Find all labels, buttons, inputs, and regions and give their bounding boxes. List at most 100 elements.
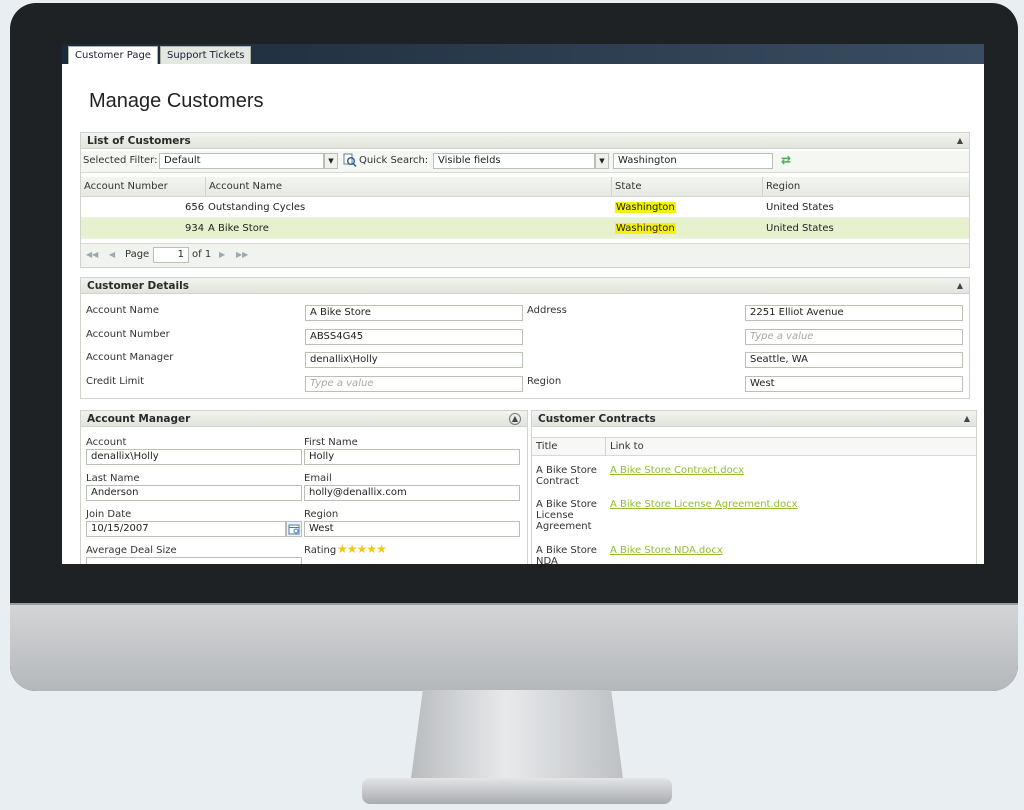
page-title: Manage Customers <box>89 90 264 112</box>
region-cell: United States <box>766 202 834 213</box>
rating-stars[interactable]: ★★★★★ <box>337 542 387 556</box>
selected-filter-label: Selected Filter: <box>83 155 158 166</box>
region-field[interactable]: West <box>745 376 963 392</box>
star-icon[interactable]: ★ <box>366 542 377 556</box>
address-line2-field[interactable]: Type a value <box>745 329 963 345</box>
monitor-stand-base <box>362 778 672 804</box>
customer-contracts-header[interactable]: Customer Contracts ▲ <box>532 411 976 427</box>
tab-customer-page[interactable]: Customer Page <box>68 46 158 64</box>
top-bar: Customer Page Support Tickets <box>62 44 984 64</box>
monitor-chin <box>10 605 1018 691</box>
manager-region-field[interactable]: West <box>304 521 520 537</box>
column-header[interactable]: Link to <box>610 441 644 452</box>
star-icon[interactable]: ★ <box>337 542 348 556</box>
table-row[interactable]: 934 A Bike Store Washington United State… <box>81 218 969 239</box>
account-manager-field[interactable]: denallix\Holly <box>305 352 523 368</box>
monitor-stand-neck <box>410 690 624 786</box>
account-field[interactable]: denallix\Holly <box>86 449 302 465</box>
region-cell: United States <box>766 223 834 234</box>
contract-title: Contract <box>536 476 580 487</box>
column-header[interactable]: State <box>615 181 641 192</box>
account-manager-panel: Account Manager ▲ Account denallix\Holly… <box>80 410 528 564</box>
state-cell: Washington <box>615 223 676 234</box>
customer-list-header[interactable]: List of Customers ▲ <box>81 133 969 149</box>
contract-title: License <box>536 510 574 521</box>
star-icon[interactable]: ★ <box>357 542 368 556</box>
join-date-field[interactable]: 10/15/2007 <box>86 521 286 537</box>
contract-link[interactable]: A Bike Store License Agreement.docx <box>610 499 798 510</box>
list-item: A Bike Store Contract <box>536 465 597 487</box>
last-page-icon[interactable]: ▶▶ <box>236 250 248 259</box>
first-page-icon[interactable]: ◀◀ <box>86 250 98 259</box>
address-label: Address <box>527 305 567 316</box>
contract-link[interactable]: A Bike Store NDA.docx <box>610 545 723 556</box>
account-name-field[interactable]: A Bike Store <box>305 305 523 321</box>
account-number-field[interactable]: ABSS4G45 <box>305 329 523 345</box>
chevron-down-icon[interactable]: ▼ <box>595 153 609 169</box>
address-line1-field[interactable]: 2251 Elliot Avenue <box>745 305 963 321</box>
rating-label: Rating <box>304 545 337 556</box>
customer-details-title: Customer Details <box>87 280 189 292</box>
contract-title: Agreement <box>536 521 592 532</box>
pager: ◀◀ ◀ Page 1 of 1 ▶ ▶▶ <box>81 243 969 267</box>
account-label: Account <box>86 437 127 448</box>
first-name-label: First Name <box>304 437 358 448</box>
collapse-up-icon[interactable]: ▲ <box>964 414 970 423</box>
next-page-icon[interactable]: ▶ <box>219 250 225 259</box>
contract-link[interactable]: A Bike Store Contract.docx <box>610 465 744 476</box>
column-header[interactable]: Title <box>536 441 557 452</box>
customer-grid: Account Number Account Name State Region… <box>81 177 969 239</box>
account-number-cell: 934 <box>185 223 205 234</box>
calendar-icon[interactable] <box>286 521 302 537</box>
prev-page-icon[interactable]: ◀ <box>109 250 115 259</box>
list-item: A Bike Store License Agreement <box>536 499 597 532</box>
column-header[interactable]: Account Number <box>84 181 168 192</box>
email-field[interactable]: holly@denallix.com <box>304 485 520 501</box>
quick-search-scope-select[interactable]: Visible fields <box>433 153 595 169</box>
customer-list-panel: List of Customers ▲ Selected Filter: Def… <box>80 132 970 268</box>
customer-contracts-title: Customer Contracts <box>538 413 656 425</box>
collapse-up-icon[interactable]: ▲ <box>957 136 963 145</box>
deal-size-label: Average Deal Size <box>86 545 177 556</box>
customer-list-title: List of Customers <box>87 135 191 147</box>
customer-contracts-panel: Customer Contracts ▲ Title Link to A Bik… <box>531 410 977 564</box>
credit-limit-field[interactable]: Type a value <box>305 376 523 392</box>
deal-size-field[interactable] <box>86 557 302 564</box>
filter-row: Selected Filter: Default ▼ Quick Search:… <box>81 151 969 173</box>
search-icon[interactable] <box>343 153 357 168</box>
collapse-up-icon[interactable]: ▲ <box>509 413 521 425</box>
account-number-label: Account Number <box>86 329 170 340</box>
refresh-icon[interactable]: ⇄ <box>781 153 791 167</box>
contract-title: A Bike Store <box>536 499 597 510</box>
contract-title: NDA <box>536 556 558 564</box>
collapse-up-icon[interactable]: ▲ <box>957 281 963 290</box>
column-header[interactable]: Region <box>766 181 800 192</box>
first-name-field[interactable]: Holly <box>304 449 520 465</box>
table-row[interactable]: 656 Outstanding Cycles Washington United… <box>81 197 969 218</box>
account-name-cell: A Bike Store <box>208 223 269 234</box>
column-header[interactable]: Account Name <box>209 181 282 192</box>
customer-details-header[interactable]: Customer Details ▲ <box>81 278 969 294</box>
account-manager-title: Account Manager <box>87 413 191 425</box>
page-count-label: of 1 <box>192 249 212 260</box>
search-input[interactable]: Washington <box>613 153 773 169</box>
contract-title: A Bike Store <box>536 465 597 476</box>
monitor-frame: Customer Page Support Tickets Manage Cus… <box>10 3 1018 691</box>
account-manager-label: Account Manager <box>86 352 174 363</box>
account-number-cell: 656 <box>185 202 205 213</box>
address-city-field[interactable]: Seattle, WA <box>745 352 963 368</box>
credit-limit-label: Credit Limit <box>86 376 145 387</box>
page-number-input[interactable]: 1 <box>153 247 189 263</box>
selected-filter-select[interactable]: Default <box>159 153 324 169</box>
chevron-down-icon[interactable]: ▼ <box>324 153 338 169</box>
account-name-label: Account Name <box>86 305 160 316</box>
star-icon[interactable]: ★ <box>347 542 358 556</box>
state-cell: Washington <box>615 202 676 213</box>
tab-support-tickets[interactable]: Support Tickets <box>159 46 252 64</box>
list-item: A Bike Store NDA <box>536 545 597 564</box>
account-manager-header[interactable]: Account Manager ▲ <box>81 411 527 427</box>
last-name-field[interactable]: Anderson <box>86 485 302 501</box>
star-icon[interactable]: ★ <box>376 542 387 556</box>
manager-region-label: Region <box>304 509 339 520</box>
region-label: Region <box>527 376 562 387</box>
